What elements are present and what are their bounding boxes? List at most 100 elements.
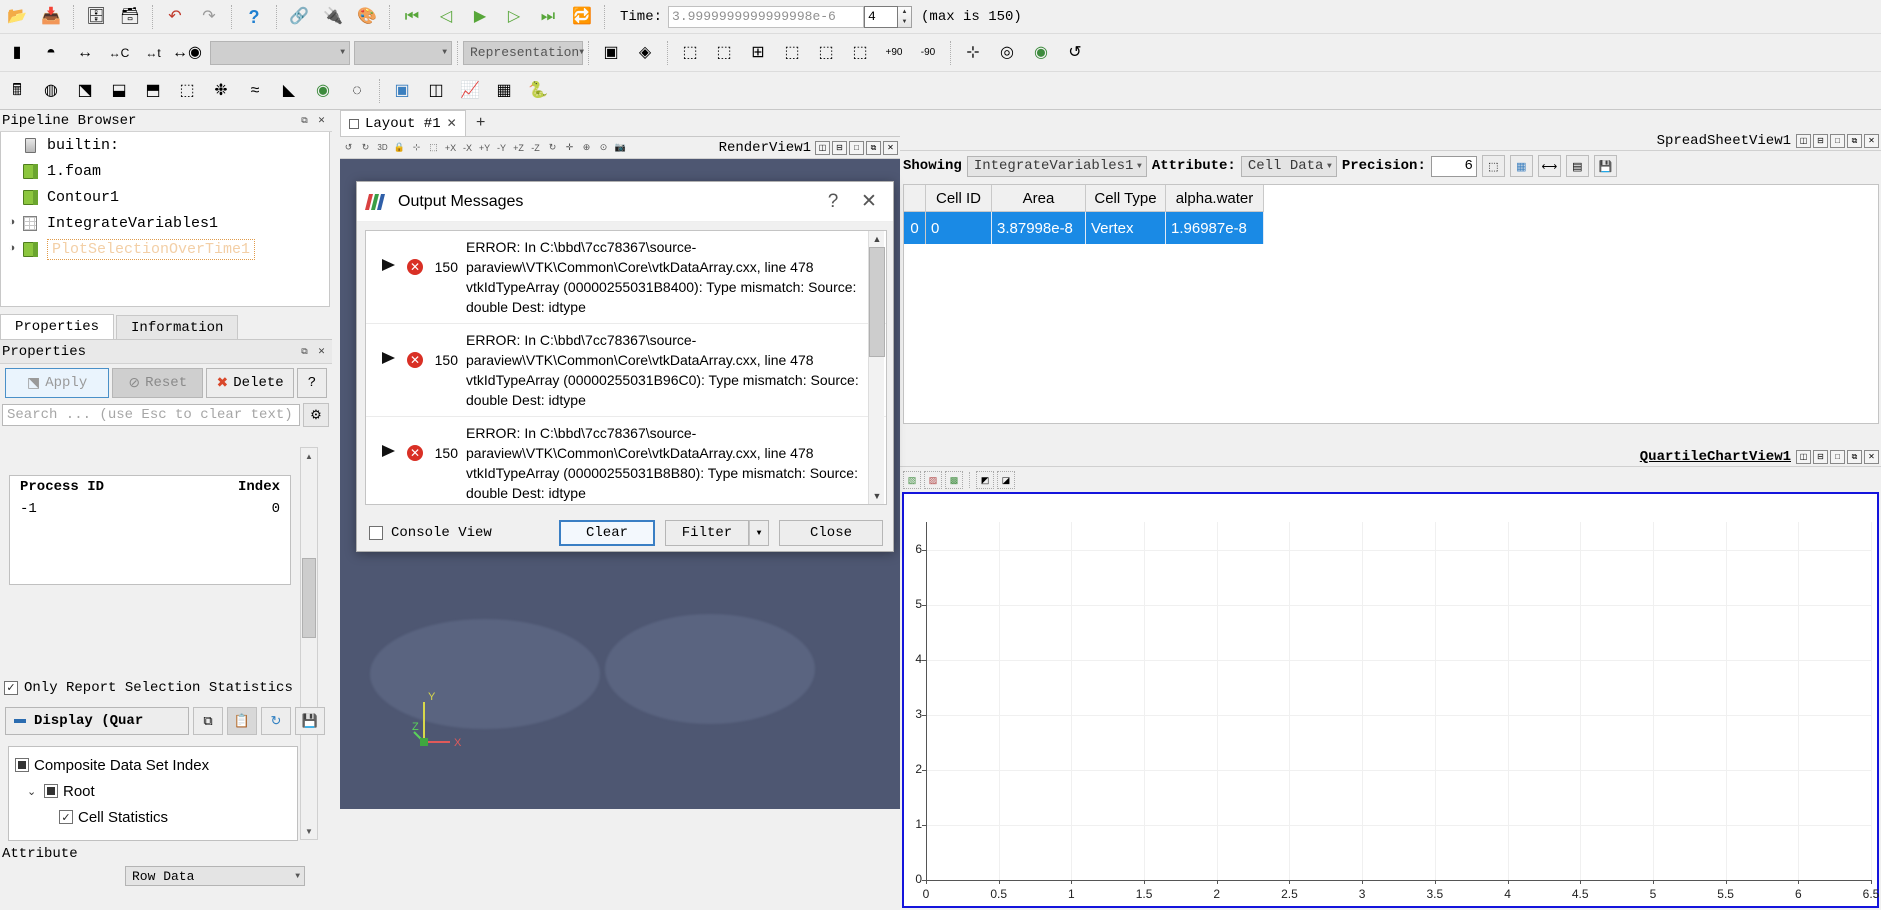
slice-filter-icon[interactable]: ⬓ — [103, 77, 135, 105]
column-header-cell-type[interactable]: Cell Type — [1086, 185, 1166, 212]
array-selector-combo[interactable]: ▼ — [210, 40, 350, 65]
export-spreadsheet-icon[interactable]: 💾 — [1593, 155, 1617, 177]
previous-frame-button[interactable]: ◁ — [430, 3, 462, 31]
tab-information[interactable]: Information — [116, 315, 239, 339]
rescale-data-range-icon[interactable]: ↔ — [69, 39, 101, 67]
copy-icon[interactable]: ⧉ — [193, 707, 223, 735]
select-points-icon[interactable]: ◈ — [629, 39, 661, 67]
plot-data-icon[interactable]: 📈 — [454, 77, 486, 105]
select-points-through-icon[interactable]: ⬚ — [708, 39, 740, 67]
threshold-filter-icon[interactable]: ⬒ — [137, 77, 169, 105]
undock-icon[interactable]: ⧉ — [1847, 449, 1862, 464]
rescale-custom-range-icon[interactable]: ↔C — [103, 39, 135, 67]
rotate-icon[interactable]: ↻ — [545, 140, 560, 156]
rescale-visible-range-icon[interactable]: ↔◉ — [171, 39, 203, 67]
messages-scrollbar[interactable]: ▲ ▼ — [868, 231, 885, 504]
checkbox-icon[interactable] — [369, 526, 383, 540]
show-center-icon[interactable]: ⊙ — [596, 140, 611, 156]
search-input[interactable]: Search ... (use Esc to clear text) — [2, 404, 300, 426]
cell-area[interactable]: 3.87998e-8 — [992, 212, 1086, 244]
warp-filter-icon[interactable]: ◣ — [273, 77, 305, 105]
extract-level-filter-icon[interactable]: ◌ — [341, 77, 373, 105]
toggle-3d-icon[interactable]: 3D — [375, 140, 390, 156]
close-icon[interactable]: ✕ — [315, 114, 328, 127]
pipeline-item-contour1[interactable]: Contour1 — [1, 184, 329, 210]
play-button[interactable]: ▶ — [464, 3, 496, 31]
close-button[interactable]: Close — [779, 520, 883, 546]
spreadsheet-view-icon[interactable]: ◫ — [420, 77, 452, 105]
zoom-to-box-icon[interactable]: ⬚ — [426, 140, 441, 156]
reset-button[interactable]: ⊘ Reset — [112, 368, 204, 398]
showing-combo[interactable]: IntegrateVariables1 ▼ — [966, 155, 1147, 177]
rotate-plus-90-icon[interactable]: +90 — [878, 39, 910, 67]
pipeline-browser-list[interactable]: builtin: 1.foam Contour1 ◑ IntegrateVari… — [0, 132, 330, 307]
undock-icon[interactable]: ⧉ — [298, 345, 311, 358]
composite-item-root[interactable]: ⌄ Root — [15, 778, 291, 804]
table-row[interactable]: 0 0 3.87998e-8 Vertex 1.96987e-8 — [904, 212, 1878, 244]
hover-cells-icon[interactable]: ⬚ — [810, 39, 842, 67]
glyph-filter-icon[interactable]: ❉ — [205, 77, 237, 105]
split-vertical-icon[interactable]: ⊟ — [1813, 449, 1828, 464]
pipeline-item-plotselectionovertime1[interactable]: ◑ PlotSelectionOverTime1 — [1, 236, 329, 262]
pipeline-item-integratevariables1[interactable]: ◑ IntegrateVariables1 — [1, 210, 329, 236]
pipeline-item-foam[interactable]: 1.foam — [1, 158, 329, 184]
interactive-select-cells-icon[interactable]: ⬚ — [776, 39, 808, 67]
cell-alpha-water[interactable]: 1.96987e-8 — [1166, 212, 1264, 244]
open-file-icon[interactable]: 📂 — [1, 3, 33, 31]
composite-item-cell-statistics[interactable]: ✓ Cell Statistics — [15, 804, 291, 830]
display-section-toggle[interactable]: Display (Quar — [5, 707, 189, 735]
pipeline-item-builtin[interactable]: builtin: — [1, 132, 329, 158]
last-frame-button[interactable]: ⏭ — [532, 3, 564, 31]
split-horizontal-icon[interactable]: ◫ — [815, 140, 830, 155]
render-view-icon[interactable]: ▣ — [386, 77, 418, 105]
precision-input[interactable]: 6 — [1430, 155, 1477, 177]
output-messages-dialog[interactable]: Output Messages ? ✕ ✕ 150 ERROR: In C:\b… — [356, 181, 894, 552]
calculator-filter-icon[interactable]: 🖩 — [1, 77, 33, 105]
maximize-icon[interactable]: □ — [849, 140, 864, 155]
view-minusz-icon[interactable]: -Z — [528, 140, 543, 156]
console-view-checkbox[interactable]: Console View — [369, 525, 492, 541]
plot-over-line-icon[interactable]: ▦ — [488, 77, 520, 105]
attribute-combo[interactable]: Row Data ▼ — [125, 866, 305, 886]
close-icon[interactable]: ✕ — [1864, 133, 1879, 148]
undo-icon[interactable]: ↶ — [159, 3, 191, 31]
lock-view-icon[interactable]: 🔒 — [392, 140, 407, 156]
rotate-minus-90-icon[interactable]: -90 — [912, 39, 944, 67]
checkbox-icon[interactable]: ✓ — [59, 810, 73, 824]
toggle-precision-icon[interactable]: ⬚ — [1481, 155, 1505, 177]
view-minusx-icon[interactable]: -X — [460, 140, 475, 156]
chart-options-icon[interactable]: ◪ — [997, 471, 1015, 489]
apply-button[interactable]: ⬔ Apply — [5, 368, 110, 398]
stream-tracer-filter-icon[interactable]: ≈ — [239, 77, 271, 105]
dialog-help-icon[interactable]: ? — [815, 185, 851, 219]
color-palette-icon[interactable]: 🎨 — [351, 3, 383, 31]
toggle-cell-connectivity-icon[interactable]: ⟷ — [1537, 155, 1561, 177]
zoom-closest-icon[interactable]: ◉ — [1025, 39, 1057, 67]
select-cells-icon[interactable]: ▣ — [595, 39, 627, 67]
attribute-combo[interactable]: Cell Data ▼ — [1240, 155, 1337, 177]
checkbox-icon[interactable] — [44, 784, 58, 798]
frame-index-spinner[interactable]: ▲ ▼ — [898, 5, 913, 28]
restore-defaults-icon[interactable]: ↻ — [261, 707, 291, 735]
screenshot-icon[interactable]: 📷 — [613, 140, 628, 156]
checkbox-icon[interactable] — [15, 758, 29, 772]
paste-icon[interactable]: 📋 — [227, 707, 257, 735]
close-icon[interactable]: ✕ — [315, 345, 328, 358]
next-frame-button[interactable]: ▷ — [498, 3, 530, 31]
select-cells-through-icon[interactable]: ⬚ — [674, 39, 706, 67]
cell-cell-id[interactable]: 0 — [926, 212, 992, 244]
spreadsheet-table[interactable]: Cell ID Area Cell Type alpha.water 0 0 3… — [903, 184, 1879, 424]
clear-button[interactable]: Clear — [559, 520, 655, 546]
filter-button[interactable]: Filter — [665, 520, 749, 546]
view-plusx-icon[interactable]: +X — [443, 140, 458, 156]
split-horizontal-icon[interactable]: ◫ — [1796, 449, 1811, 464]
camera-redo-icon[interactable]: ↻ — [358, 140, 373, 156]
composite-root-header[interactable]: Composite Data Set Index — [15, 752, 291, 778]
view-minusy-icon[interactable]: -Y — [494, 140, 509, 156]
help-icon[interactable]: ? — [238, 3, 270, 31]
frame-index-input[interactable]: 4 — [864, 5, 899, 28]
representation-combo[interactable]: Representation ▼ — [463, 40, 584, 65]
scroll-down-icon[interactable]: ▼ — [869, 488, 885, 504]
checkbox-icon[interactable]: ✓ — [4, 681, 18, 695]
tab-properties[interactable]: Properties — [0, 314, 115, 339]
